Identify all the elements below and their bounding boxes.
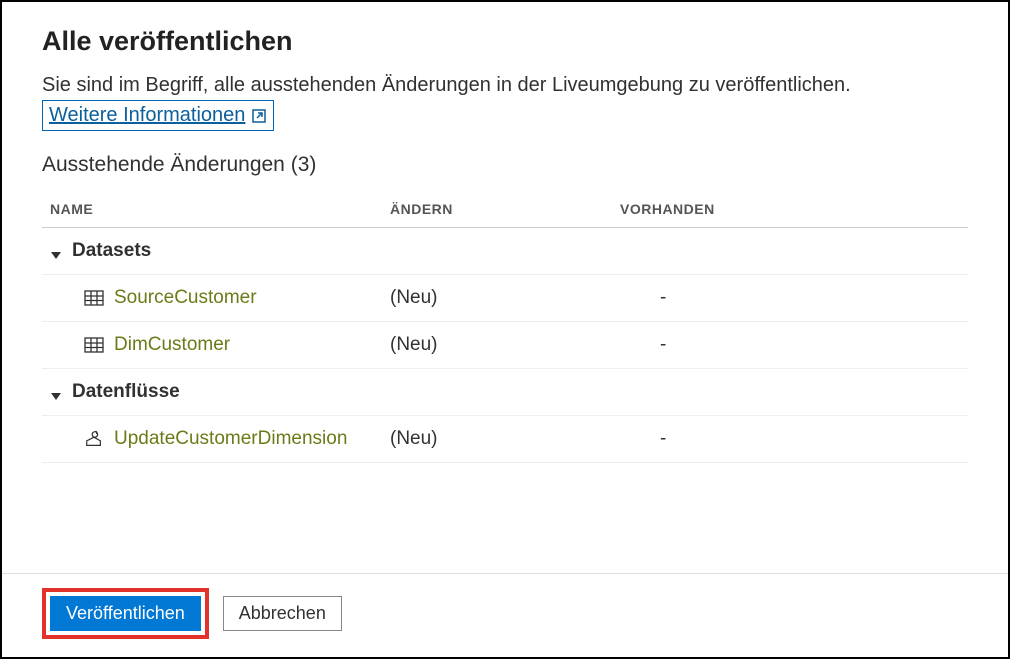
dataset-icon	[84, 288, 104, 308]
dataset-icon	[84, 335, 104, 355]
dialog-description: Sie sind im Begriff, alle ausstehenden Ä…	[42, 71, 968, 131]
item-exist: -	[620, 334, 968, 356]
cancel-button[interactable]: Abbrechen	[223, 596, 342, 631]
item-name-link[interactable]: UpdateCustomerDimension	[114, 428, 347, 450]
column-header-change: ÄNDERN	[390, 201, 620, 217]
table-row: SourceCustomer (Neu) -	[42, 275, 968, 322]
section-title: Ausstehende Änderungen (3)	[42, 153, 968, 177]
item-name-link[interactable]: DimCustomer	[114, 334, 230, 356]
dialog-footer: Veröffentlichen Abbrechen	[2, 573, 1008, 657]
table-row: DimCustomer (Neu) -	[42, 322, 968, 369]
description-text: Sie sind im Begriff, alle ausstehenden Ä…	[42, 74, 851, 96]
group-row-datasets[interactable]: Datasets	[42, 228, 968, 275]
group-label: Datasets	[72, 240, 151, 262]
table-header: NAME ÄNDERN VORHANDEN	[42, 191, 968, 228]
item-change: (Neu)	[390, 287, 620, 309]
column-header-name: NAME	[50, 201, 390, 217]
caret-down-icon	[50, 245, 62, 257]
more-info-label: Weitere Informationen	[49, 101, 245, 130]
caret-down-icon	[50, 386, 62, 398]
changes-table: NAME ÄNDERN VORHANDEN Datasets	[42, 191, 968, 463]
item-change: (Neu)	[390, 334, 620, 356]
publish-button[interactable]: Veröffentlichen	[50, 596, 201, 631]
item-change: (Neu)	[390, 428, 620, 450]
group-row-dataflows[interactable]: Datenflüsse	[42, 369, 968, 416]
item-exist: -	[620, 428, 968, 450]
dialog-title: Alle veröffentlichen	[42, 26, 968, 57]
table-row: UpdateCustomerDimension (Neu) -	[42, 416, 968, 463]
more-info-link[interactable]: Weitere Informationen	[42, 100, 274, 131]
highlight-annotation: Veröffentlichen	[42, 588, 209, 639]
dataflow-icon	[84, 429, 104, 449]
item-name-link[interactable]: SourceCustomer	[114, 287, 257, 309]
item-exist: -	[620, 287, 968, 309]
column-header-exist: VORHANDEN	[620, 201, 968, 217]
external-link-icon	[251, 108, 267, 124]
group-label: Datenflüsse	[72, 381, 180, 403]
